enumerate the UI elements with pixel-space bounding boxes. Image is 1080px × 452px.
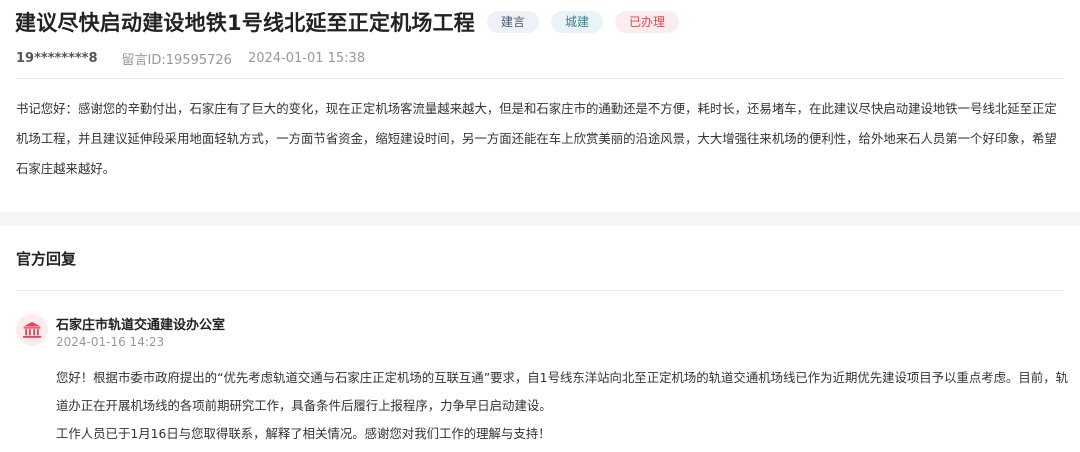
page-title: 建议尽快启动建设地铁1号线北延至正定机场工程 [15,11,476,35]
reply-paragraph: 您好！根据市委市政府提出的“优先考虑轨道交通与石家庄正定机场的互联互通”要求，自… [56,370,1068,413]
message-meta: 19********8 留言ID:19595726 2024-01-01 15:… [16,49,365,68]
reply-divider [16,290,1064,291]
section-gap [0,212,1080,226]
office-name: 石家庄市轨道交通建设办公室 [56,318,226,333]
reply-datetime: 2024-01-16 14:23 [56,335,165,349]
category-tag[interactable]: 城建 [551,11,604,33]
message-datetime: 2024-01-01 15:38 [247,51,366,66]
reply-content: 您好！根据市委市政府提出的“优先考虑轨道交通与石家庄正定机场的互联互通”要求，自… [56,364,1068,448]
status-badge: 已办理 [615,11,680,33]
title-row: 建议尽快启动建设地铁1号线北延至正定机场工程 建言 城建 已办理 [15,6,680,38]
type-tag[interactable]: 建言 [487,11,540,33]
message-id: 留言ID:19595726 [121,53,232,68]
government-building-icon [16,314,48,346]
reply-section-title: 官方回复 [16,250,77,268]
government-building-glyph [23,322,41,338]
user-id: 19********8 [16,51,98,66]
message-content: 书记您好：感谢您的辛勤付出，石家庄有了巨大的变化，现在正定机场客流量越来越大，但… [16,101,1057,176]
meta-divider [16,78,1064,79]
reply-paragraph: 工作人员已于1月16日与您取得联系，解释了相关情况。感谢您对我们工作的理解与支持… [56,426,551,441]
